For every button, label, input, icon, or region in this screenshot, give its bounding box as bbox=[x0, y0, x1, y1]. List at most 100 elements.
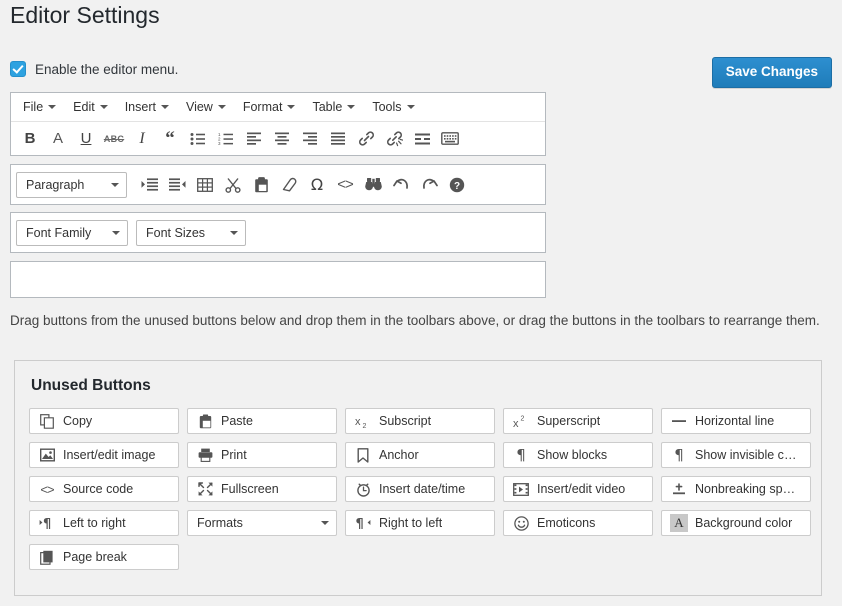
undo-icon[interactable] bbox=[387, 171, 415, 198]
menu-format[interactable]: Format bbox=[235, 97, 305, 118]
menu-view-label: View bbox=[186, 100, 213, 114]
unlink-icon[interactable] bbox=[380, 125, 408, 152]
unused-button-insert-date-time[interactable]: Insert date/time bbox=[345, 476, 495, 502]
unused-button-nonbreaking-space[interactable]: Nonbreaking space bbox=[661, 476, 811, 502]
unused-button-emoticons-label: Emoticons bbox=[537, 516, 595, 530]
unused-button-formats-label: Formats bbox=[197, 516, 243, 530]
unused-button-formats-select[interactable]: Formats bbox=[187, 510, 337, 536]
unused-button-right-to-left-label: Right to left bbox=[379, 516, 442, 530]
clock-icon bbox=[354, 482, 372, 497]
toolbar-row-2: Paragraph Ω <> ? bbox=[11, 165, 545, 204]
code-icon[interactable]: <> bbox=[331, 171, 359, 198]
align-right-icon[interactable] bbox=[296, 125, 324, 152]
read-more-icon[interactable] bbox=[408, 125, 436, 152]
unused-button-page-break[interactable]: Page break bbox=[29, 544, 179, 570]
align-left-icon[interactable] bbox=[240, 125, 268, 152]
menu-file[interactable]: File bbox=[15, 97, 65, 118]
align-justify-icon[interactable] bbox=[324, 125, 352, 152]
font-family-select[interactable]: Font Family bbox=[16, 220, 128, 246]
unused-button-paste[interactable]: Paste bbox=[187, 408, 337, 434]
svg-text:2: 2 bbox=[363, 423, 367, 429]
omega-icon[interactable]: Ω bbox=[303, 171, 331, 198]
pilcrow-icon: ¶ bbox=[670, 448, 688, 462]
indent-icon[interactable] bbox=[135, 171, 163, 198]
enable-editor-menu-checkbox[interactable] bbox=[10, 61, 26, 77]
unused-button-copy-cell: Copy bbox=[29, 408, 187, 434]
menu-view[interactable]: View bbox=[178, 97, 235, 118]
unused-button-insert-date-time-label: Insert date/time bbox=[379, 482, 465, 496]
save-changes-button[interactable]: Save Changes bbox=[712, 57, 832, 88]
numbered-list-icon[interactable]: 123 bbox=[212, 125, 240, 152]
strikethrough-icon[interactable]: ABC bbox=[100, 125, 128, 152]
smiley-icon bbox=[512, 516, 530, 531]
keyboard-icon[interactable] bbox=[436, 125, 464, 152]
redo-icon[interactable] bbox=[415, 171, 443, 198]
unused-button-emoticons[interactable]: Emoticons bbox=[503, 510, 653, 536]
unused-button-show-blocks[interactable]: ¶ Show blocks bbox=[503, 442, 653, 468]
unused-button-right-to-left[interactable]: ¶ Right to left bbox=[345, 510, 495, 536]
unused-button-horizontal-line[interactable]: Horizontal line bbox=[661, 408, 811, 434]
unused-button-nonbreaking-space-label: Nonbreaking space bbox=[695, 482, 802, 496]
paragraph-format-value: Paragraph bbox=[26, 178, 84, 192]
unused-button-emoticons-cell: Emoticons bbox=[503, 510, 661, 536]
unused-button-insert-edit-image-label: Insert/edit image bbox=[63, 448, 155, 462]
unused-button-show-blocks-label: Show blocks bbox=[537, 448, 607, 462]
unused-button-superscript[interactable]: x2 Superscript bbox=[503, 408, 653, 434]
rtl-icon: ¶ bbox=[354, 516, 372, 530]
table-icon[interactable] bbox=[191, 171, 219, 198]
menu-insert[interactable]: Insert bbox=[117, 97, 178, 118]
enable-editor-menu-label: Enable the editor menu. bbox=[35, 62, 178, 77]
unused-button-insert-edit-image[interactable]: Insert/edit image bbox=[29, 442, 179, 468]
unused-button-source-code-cell: <> Source code bbox=[29, 476, 187, 502]
editor-toolbar-4-empty-dropzone[interactable] bbox=[10, 261, 546, 298]
unused-button-anchor[interactable]: Anchor bbox=[345, 442, 495, 468]
unused-button-copy[interactable]: Copy bbox=[29, 408, 179, 434]
unused-button-source-code[interactable]: <> Source code bbox=[29, 476, 179, 502]
bold-icon[interactable]: B bbox=[16, 125, 44, 152]
code-icon: <> bbox=[38, 482, 56, 497]
menubar: File Edit Insert View Format Table Tools bbox=[11, 93, 545, 122]
unused-button-background-color[interactable]: A Background color bbox=[661, 510, 811, 536]
align-center-icon[interactable] bbox=[268, 125, 296, 152]
menu-table[interactable]: Table bbox=[304, 97, 364, 118]
menu-insert-label: Insert bbox=[125, 100, 156, 114]
unused-button-subscript-cell: x2 Subscript bbox=[345, 408, 503, 434]
binoculars-icon[interactable] bbox=[359, 171, 387, 198]
unused-button-anchor-label: Anchor bbox=[379, 448, 419, 462]
menu-format-label: Format bbox=[243, 100, 283, 114]
menu-tools[interactable]: Tools bbox=[364, 97, 423, 118]
unused-button-insert-video-cell: Insert/edit video bbox=[503, 476, 661, 502]
menu-file-label: File bbox=[23, 100, 43, 114]
outdent-icon[interactable] bbox=[163, 171, 191, 198]
chevron-down-icon bbox=[321, 521, 329, 525]
help-icon[interactable]: ? bbox=[443, 171, 471, 198]
scissors-icon[interactable] bbox=[219, 171, 247, 198]
unused-button-insert-image-cell: Insert/edit image bbox=[29, 442, 187, 468]
nonbreaking-space-icon bbox=[670, 482, 688, 496]
paragraph-format-select[interactable]: Paragraph bbox=[16, 172, 127, 198]
unused-button-show-blocks-cell: ¶ Show blocks bbox=[503, 442, 661, 468]
unused-button-left-to-right-label: Left to right bbox=[63, 516, 126, 530]
unused-button-insert-edit-video-label: Insert/edit video bbox=[537, 482, 625, 496]
unused-button-fullscreen[interactable]: Fullscreen bbox=[187, 476, 337, 502]
bullet-list-icon[interactable] bbox=[184, 125, 212, 152]
ltr-icon: ¶ bbox=[38, 516, 56, 530]
font-sizes-select[interactable]: Font Sizes bbox=[136, 220, 246, 246]
unused-button-subscript[interactable]: x2 Subscript bbox=[345, 408, 495, 434]
menu-edit[interactable]: Edit bbox=[65, 97, 117, 118]
unused-button-subscript-label: Subscript bbox=[379, 414, 431, 428]
unused-button-background-color-label: Background color bbox=[695, 516, 792, 530]
editor-toolbar-3: Font Family Font Sizes bbox=[10, 212, 546, 253]
link-icon[interactable] bbox=[352, 125, 380, 152]
underline-icon[interactable]: U bbox=[72, 125, 100, 152]
unused-button-print[interactable]: Print bbox=[187, 442, 337, 468]
clipboard-icon[interactable] bbox=[247, 171, 275, 198]
blockquote-icon[interactable]: “ bbox=[156, 125, 184, 152]
font-color-icon[interactable]: A bbox=[44, 125, 72, 152]
unused-button-show-invisible-characters[interactable]: ¶ Show invisible cha... bbox=[661, 442, 811, 468]
unused-button-source-code-label: Source code bbox=[63, 482, 133, 496]
unused-button-left-to-right[interactable]: ¶ Left to right bbox=[29, 510, 179, 536]
italic-icon[interactable]: I bbox=[128, 125, 156, 152]
unused-button-insert-edit-video[interactable]: Insert/edit video bbox=[503, 476, 653, 502]
eraser-icon[interactable] bbox=[275, 171, 303, 198]
